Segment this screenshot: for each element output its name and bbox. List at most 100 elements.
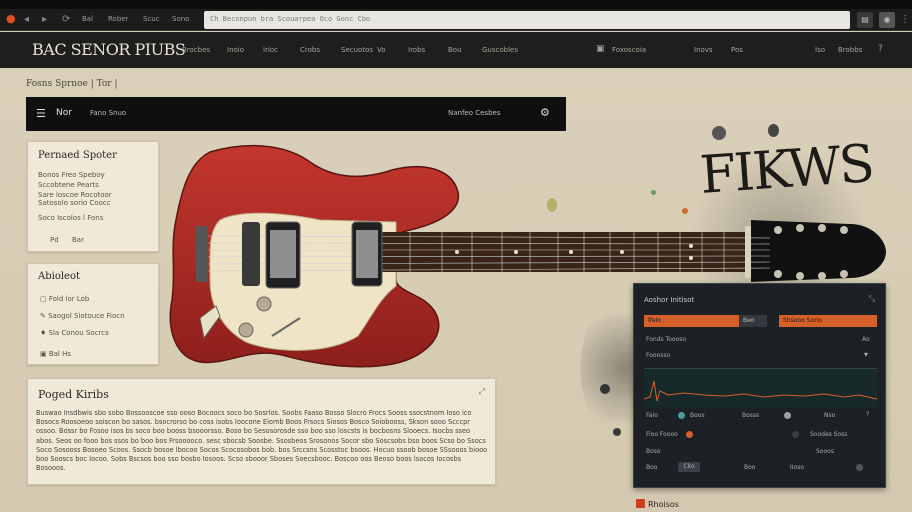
control-knob[interactable] — [856, 464, 863, 471]
header-right-link-4[interactable]: Brobbs — [838, 46, 862, 54]
product-card-line: Satosolo sorio Coocc — [38, 199, 111, 207]
panel-last-label: Boo — [744, 464, 756, 471]
site-header: BAC SENOR PIUBS Brocbes Inoio Irioc Crob… — [0, 32, 912, 68]
address-bar-text: Ch Beconpun bra Scouarpea Oco Gonc Cbo — [210, 15, 371, 23]
profile-icon[interactable]: ◉ — [879, 12, 895, 28]
panel-control-label: Faio — [646, 412, 658, 419]
control-knob[interactable] — [784, 412, 791, 419]
panel-control-label: Bosss — [742, 412, 760, 419]
nav-item-4[interactable]: Crobs — [300, 46, 320, 54]
about-item-label: Bal Hs — [48, 350, 72, 358]
panel-last-label: Boo — [646, 464, 658, 471]
volume-knob[interactable] — [256, 296, 272, 312]
panel-tab-3[interactable]: Shsooo Sorio — [779, 315, 877, 327]
menu-dots-icon[interactable]: ⋮ — [900, 14, 910, 26]
footer-badge-label: Rhoisos — [648, 500, 679, 509]
info-icon[interactable]: ? — [866, 411, 869, 418]
panel-title: Aoshor Initisot — [644, 296, 695, 304]
description-body: Buswao Insdbwis sbo sobo Bossooscoe sso … — [36, 409, 488, 473]
help-icon[interactable]: ? — [878, 44, 883, 54]
nav-item-8[interactable]: Bou — [448, 46, 462, 54]
about-item[interactable]: ♦ Sla Conou Socrcs — [40, 329, 109, 337]
forward-icon[interactable]: ▸ — [42, 14, 47, 26]
panel-row-arrow-icon[interactable]: ▾ — [864, 350, 868, 359]
panel-row-label: Fooosso — [646, 352, 671, 359]
about-card: Abioleot ▢ Fold lor Lob ✎ Saogol Siotouc… — [27, 263, 159, 365]
header-right-link-3[interactable]: Iso — [815, 46, 825, 54]
reload-icon[interactable]: ⟳ — [62, 14, 70, 26]
bridge — [196, 226, 208, 282]
nut — [745, 226, 751, 278]
footer-badge[interactable]: Rhoisos — [636, 499, 679, 509]
extensions-icon[interactable]: ▤ — [857, 12, 873, 28]
ink-dot — [600, 384, 610, 394]
bookmark-link-1[interactable]: Bal — [82, 15, 93, 23]
product-card-button-2[interactable]: Bar — [72, 236, 84, 244]
back-icon[interactable]: ◂ — [24, 14, 29, 26]
control-knob[interactable] — [678, 412, 685, 419]
nav-item-2[interactable]: Inoio — [227, 46, 244, 54]
ink-dot — [712, 126, 726, 140]
product-card-line: Sccobtene Pearts — [38, 181, 99, 189]
bookmark-link-4[interactable]: Sono — [172, 15, 189, 23]
panel-close-icon[interactable]: ⤡ — [869, 294, 875, 304]
product-card-button-1[interactable]: Pd — [50, 236, 59, 244]
tone-knob[interactable] — [238, 322, 254, 338]
header-right-link-1[interactable]: Inovs — [694, 46, 713, 54]
browser-tab-strip — [0, 0, 912, 9]
site-logo[interactable]: BAC SENOR PIUBS — [32, 40, 186, 59]
panel-tab-2[interactable]: Beo — [739, 315, 767, 327]
panel-tab-1[interactable]: Ifelo — [644, 315, 739, 327]
waveform-display — [643, 368, 878, 408]
bookmark-link-3[interactable]: Scuc — [143, 15, 160, 23]
panel-control-label: Nso — [824, 412, 836, 419]
settings-icon[interactable]: ⚙ — [540, 106, 550, 119]
panel-toggle-button[interactable]: Cko — [678, 462, 700, 472]
account-icon[interactable]: ▣ — [596, 44, 605, 54]
product-title-bar: ☰ Nor Fano Snuo Nanfeo Cesbes ⚙ — [26, 97, 566, 131]
waveform-line — [643, 380, 878, 402]
product-card-meta: Soco Iscolos l Fons — [38, 214, 104, 222]
about-item[interactable]: ✎ Saogol Siotouce Fiocn — [40, 312, 125, 320]
nav-item-7[interactable]: Irobs — [408, 46, 425, 54]
about-item-label: Sla Conou Socrcs — [48, 329, 109, 337]
product-card-line: Sare loscoe Rocotoor — [38, 191, 112, 199]
browser-logo-icon[interactable]: ● — [6, 13, 16, 25]
panel-bottom-right: Soodes Soss — [810, 431, 848, 438]
nav-item-9[interactable]: Guscobles — [482, 46, 518, 54]
ink-dot — [768, 124, 779, 137]
about-item-label: Fold lor Lob — [48, 295, 90, 303]
bookmark-link-2[interactable]: Rober — [108, 15, 128, 23]
about-item[interactable]: ▢ Fold lor Lob — [40, 295, 89, 303]
browser-toolbar: ● ◂ ▸ ⟳ Bal Rober Scuc Sono Ch Beconpun … — [0, 9, 912, 31]
panel-row-value[interactable]: Ao — [862, 336, 870, 343]
title-bar-right-text[interactable]: Nanfeo Cesbes — [448, 109, 500, 117]
address-bar[interactable]: Ch Beconpun bra Scouarpea Oco Gonc Cbo — [204, 11, 850, 29]
header-right-label[interactable]: Foxoscoia — [612, 46, 646, 54]
about-item[interactable]: ▣ Bal Hs — [40, 350, 71, 358]
nav-item-6[interactable]: Vo — [377, 46, 386, 54]
menu-icon[interactable]: ☰ — [36, 107, 46, 120]
panel-control-label: Boos — [690, 412, 705, 419]
record-knob[interactable] — [686, 431, 693, 438]
bridge-pickup — [242, 222, 260, 286]
description-title: Poged Kiribs — [38, 388, 109, 401]
control-knob[interactable] — [792, 431, 799, 438]
title-bar-subtitle: Fano Snuo — [90, 109, 127, 117]
settings-panel: Aoshor Initisot ⤡ Ifelo Beo Shsooo Sorio… — [633, 283, 886, 488]
panel-row-label: Fonds Toooso — [646, 336, 687, 343]
expand-icon[interactable]: ⤢ — [479, 387, 485, 397]
nav-item-1[interactable]: Brocbes — [182, 46, 210, 54]
waveform — [643, 380, 878, 402]
ink-dot — [613, 428, 621, 436]
panel-row2-left: Boso — [646, 448, 661, 455]
badge-icon — [636, 499, 645, 508]
nav-item-5[interactable]: Secuotos — [341, 46, 373, 54]
panel-bottom-left: Fioo Foooo — [646, 431, 678, 438]
nav-item-3[interactable]: Irioc — [263, 46, 278, 54]
product-card: Pernaed Spoter Bonos Freo Speboy Sccobte… — [27, 141, 159, 252]
panel-row2-right: Sooos — [816, 448, 834, 455]
header-right-link-2[interactable]: Pos — [731, 46, 743, 54]
breadcrumb[interactable]: Fosns Sprnoe | Tor | — [26, 79, 118, 89]
product-card-title: Pernaed Spoter — [38, 150, 117, 161]
